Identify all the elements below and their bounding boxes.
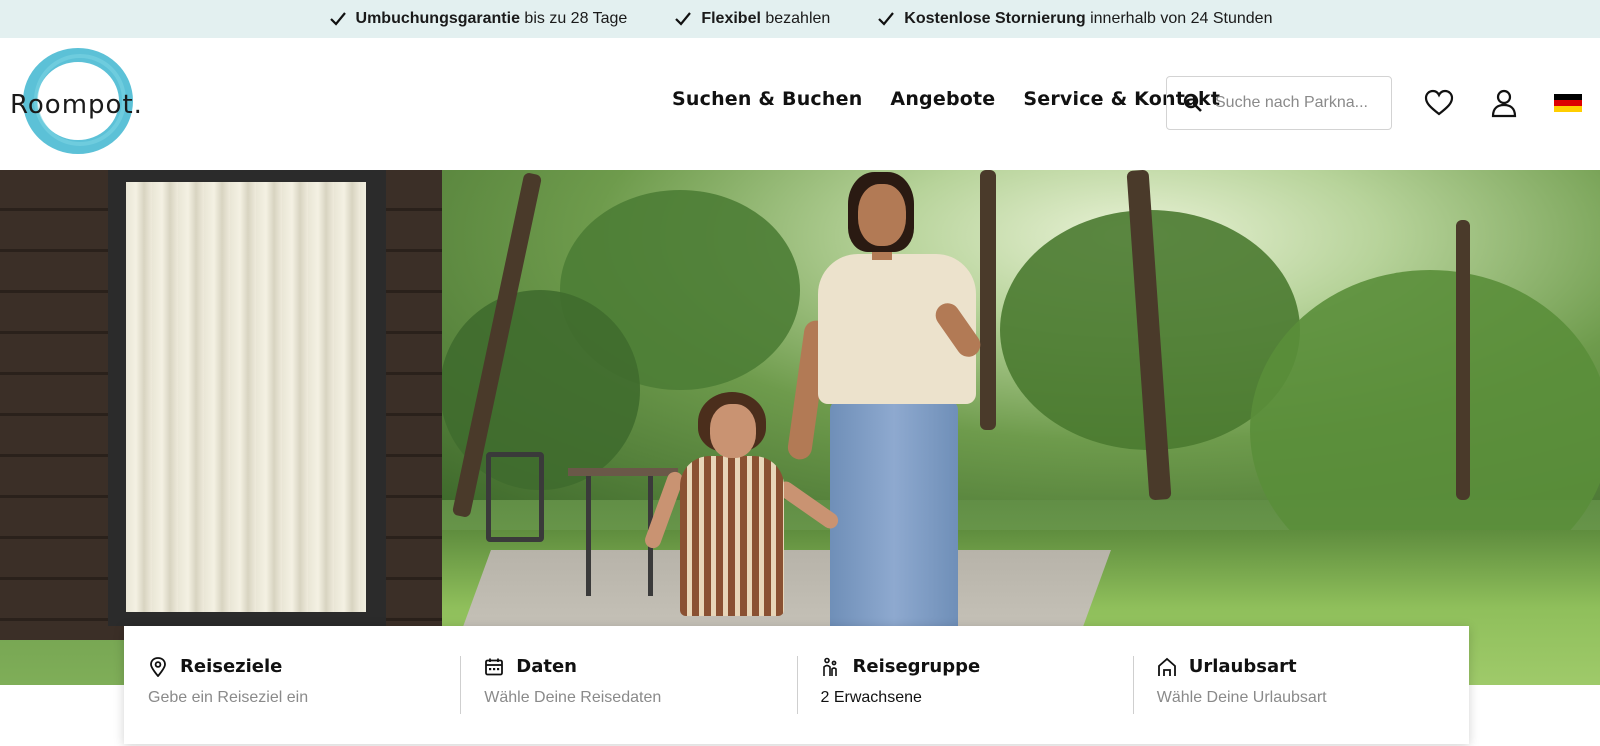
dates-field[interactable]: Daten Wähle Deine Reisedaten [460,626,796,744]
location-pin-icon [150,656,166,677]
check-icon [329,12,346,26]
dates-value: Wähle Deine Reisedaten [484,689,662,706]
nav-search-book[interactable]: Suchen & Buchen [672,88,862,110]
usp-bar: Umbuchungsgarantie bis zu 28 Tage Flexib… [0,0,1600,38]
usp-item-payment: Flexibel bezahlen [673,9,830,29]
usp-item-cancellation: Kostenlose Stornierung innerhalb von 24 … [876,9,1272,29]
usp-text: bis zu 28 Tage [519,10,628,27]
usp-bold: Flexibel [701,10,761,27]
roompot-logo[interactable]: Roompot. [8,46,148,156]
search-icon [1183,93,1202,112]
destination-field[interactable]: Reiseziele Gebe ein Reiseziel ein [124,626,460,744]
park-search[interactable] [1166,76,1392,130]
house-icon [1157,657,1176,676]
main-nav: Suchen & Buchen Angebote Service & Konta… [672,88,1220,110]
site-header: Roompot. Suchen & Buchen Angebote Servic… [0,38,1600,170]
nav-offers[interactable]: Angebote [890,88,995,110]
calendar-icon [485,658,504,675]
holiday-type-title: Urlaubsart [1188,656,1297,677]
destination-value: Gebe ein Reiseziel ein [148,689,309,706]
holiday-type-value: Wähle Deine Urlaubsart [1156,689,1327,706]
usp-bold: Kostenlose Stornierung [904,10,1086,27]
travel-group-field[interactable]: Reisegruppe 2 Erwachsene [796,626,1133,744]
travel-group-value: 2 Erwachsene [820,689,922,706]
dates-title: Daten [516,656,577,677]
check-icon [878,12,895,26]
user-icon[interactable] [1489,88,1519,118]
hero-image [0,170,1600,685]
logo-text: Roompot. [10,90,143,120]
check-icon [675,12,692,26]
destination-title: Reiseziele [180,656,283,677]
travel-group-title: Reisegruppe [852,656,981,677]
group-icon [822,657,837,676]
holiday-type-field[interactable]: Urlaubsart Wähle Deine Urlaubsart [1132,626,1469,744]
usp-text: innerhalb von 24 Stunden [1085,10,1273,27]
search-input[interactable] [1215,94,1385,112]
heart-icon[interactable] [1424,88,1454,118]
flag-de-icon[interactable] [1554,94,1582,112]
usp-text: bezahlen [760,10,831,27]
booking-search-bar: Reiseziele Gebe ein Reiseziel ein Daten … [124,626,1469,744]
usp-item-rebooking: Umbuchungsgarantie bis zu 28 Tage [328,9,628,29]
usp-bold: Umbuchungsgarantie [355,10,520,27]
